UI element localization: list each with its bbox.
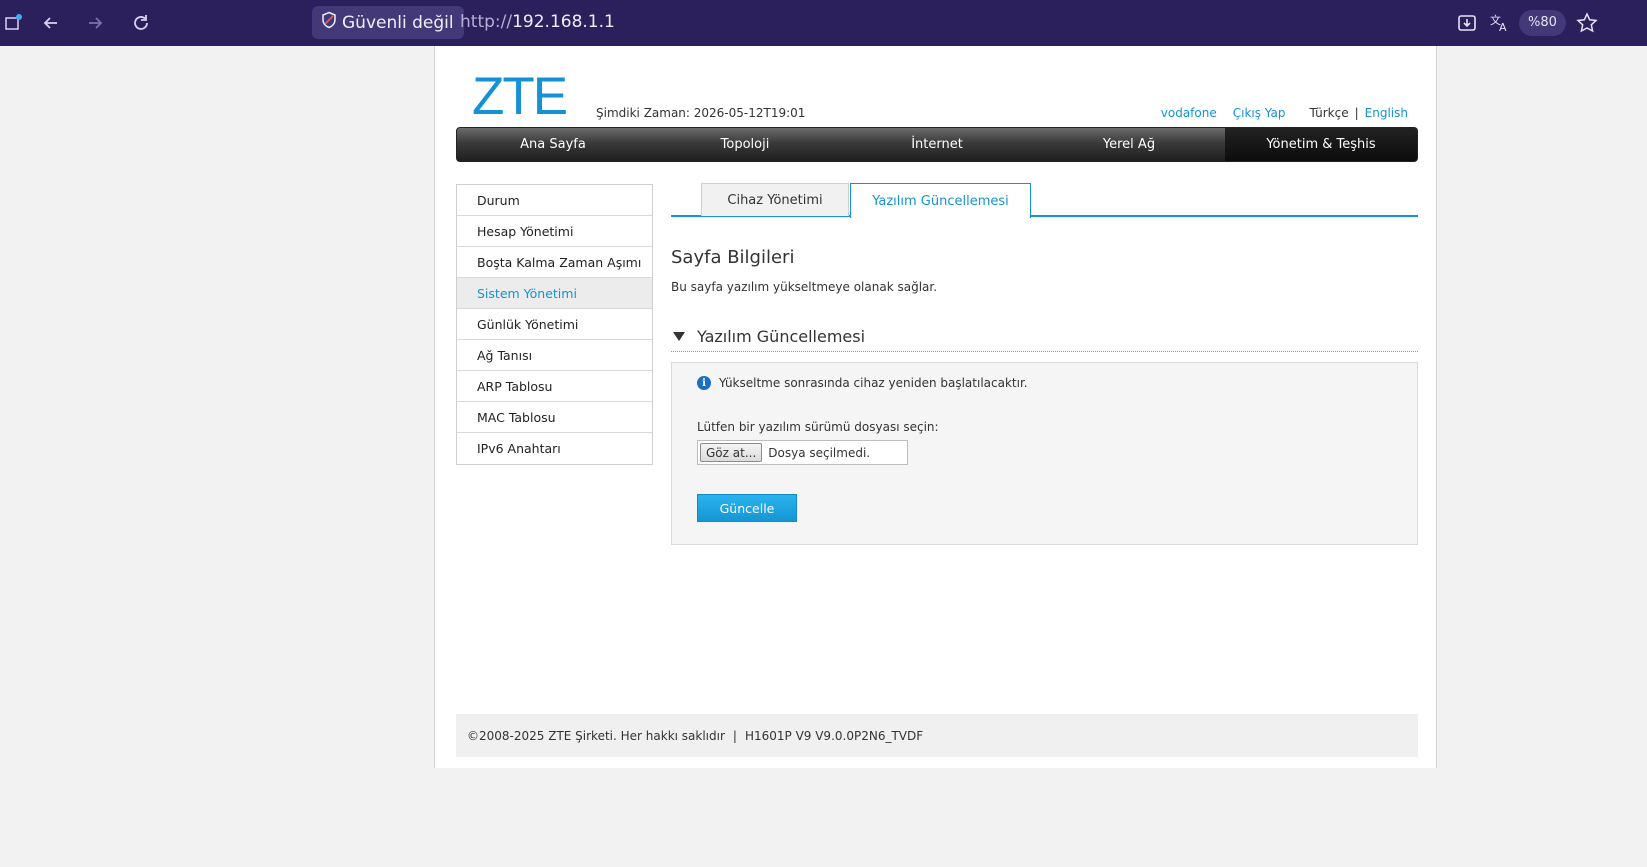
footer: ©2008-2025 ZTE Şirketi. Her hakkı saklıd… — [456, 714, 1418, 757]
security-indicator[interactable]: Güvenli değil — [312, 6, 464, 39]
section-title: Yazılım Güncellemesi — [697, 327, 866, 346]
software-update-panel: i Yükseltme sonrasında cihaz yeniden baş… — [671, 362, 1418, 545]
firmware-file-input[interactable]: Göz at... Dosya seçilmedi. — [697, 440, 908, 465]
sidebar-item-status[interactable]: Durum — [457, 185, 652, 216]
section-header-software-update[interactable]: Yazılım Güncellemesi — [671, 322, 1418, 352]
tab-icon[interactable] — [0, 10, 26, 36]
router-page: ZTE Şimdiki Zaman: 2026-05-12T19:01 voda… — [434, 46, 1437, 768]
nav-home[interactable]: Ana Sayfa — [457, 128, 649, 161]
forward-icon[interactable] — [82, 10, 108, 36]
file-status: Dosya seçilmedi. — [768, 445, 871, 460]
sidebar-item-system-management[interactable]: Sistem Yönetimi — [457, 278, 652, 309]
sidebar-menu: Durum Hesap Yönetimi Boşta Kalma Zaman A… — [456, 184, 653, 465]
tab-software-update[interactable]: Yazılım Güncellemesi — [850, 183, 1031, 218]
sidebar-item-log-management[interactable]: Günlük Yönetimi — [457, 309, 652, 340]
sidebar-item-mac-table[interactable]: MAC Tablosu — [457, 402, 652, 433]
address-bar[interactable]: http://192.168.1.1 — [460, 12, 615, 32]
nav-local-network[interactable]: Yerel Ağ — [1033, 128, 1225, 161]
sidebar-item-idle-timeout[interactable]: Boşta Kalma Zaman Aşımı — [457, 247, 652, 278]
update-button[interactable]: Güncelle — [697, 494, 797, 522]
footer-separator: | — [732, 728, 737, 743]
sidebar-item-arp-table[interactable]: ARP Tablosu — [457, 371, 652, 402]
file-select-label: Lütfen bir yazılım sürümü dosyası seçin: — [697, 420, 939, 434]
zoom-indicator[interactable]: %80 — [1519, 10, 1566, 36]
shield-icon — [320, 11, 338, 34]
nav-topology[interactable]: Topoloji — [649, 128, 841, 161]
nav-management-diagnosis[interactable]: Yönetim & Teşhis — [1225, 128, 1417, 161]
download-icon[interactable] — [1454, 10, 1480, 36]
info-icon: i — [697, 376, 711, 390]
back-icon[interactable] — [38, 10, 64, 36]
translate-icon[interactable]: 文A — [1487, 10, 1513, 36]
language-separator: | — [1354, 106, 1359, 120]
url-scheme: http:// — [460, 12, 513, 32]
sidebar-item-network-diagnosis[interactable]: Ağ Tanısı — [457, 340, 652, 371]
firmware-version: H1601P V9 V9.0.0P2N6_TVDF — [744, 728, 924, 743]
sidebar-item-ipv6-switch[interactable]: IPv6 Anahtarı — [457, 433, 652, 464]
provider-link[interactable]: vodafone — [1161, 106, 1217, 120]
nav-internet[interactable]: İnternet — [841, 128, 1033, 161]
language-turkish[interactable]: Türkçe — [1309, 106, 1348, 120]
page-title: Sayfa Bilgileri — [671, 247, 795, 268]
browse-button[interactable]: Göz at... — [700, 443, 763, 462]
logout-link[interactable]: Çıkış Yap — [1233, 106, 1286, 120]
url-host: 192.168.1.1 — [512, 12, 615, 32]
collapse-triangle-icon — [673, 332, 685, 341]
main-navigation: Ana Sayfa Topoloji İnternet Yerel Ağ Yön… — [456, 127, 1418, 162]
svg-text:A: A — [1499, 21, 1507, 33]
header-links: vodafone Çıkış Yap Türkçe | English — [1161, 106, 1408, 120]
copyright-text: ©2008-2025 ZTE Şirketi. Her hakkı saklıd… — [467, 728, 725, 743]
star-icon[interactable] — [1574, 10, 1600, 36]
tab-device-management[interactable]: Cihaz Yönetimi — [701, 183, 849, 216]
browser-toolbar: Güvenli değil http://192.168.1.1 文A %80 — [0, 0, 1647, 46]
page-description: Bu sayfa yazılım yükseltmeye olanak sağl… — [671, 280, 938, 294]
info-note: i Yükseltme sonrasında cihaz yeniden baş… — [697, 376, 1028, 390]
zte-logo: ZTE — [472, 67, 568, 126]
current-time: Şimdiki Zaman: 2026-05-12T19:01 — [596, 106, 806, 120]
language-english[interactable]: English — [1365, 106, 1408, 120]
sidebar-item-account-management[interactable]: Hesap Yönetimi — [457, 216, 652, 247]
info-note-text: Yükseltme sonrasında cihaz yeniden başla… — [719, 376, 1028, 390]
reload-icon[interactable] — [128, 10, 154, 36]
security-label: Güvenli değil — [342, 12, 454, 33]
